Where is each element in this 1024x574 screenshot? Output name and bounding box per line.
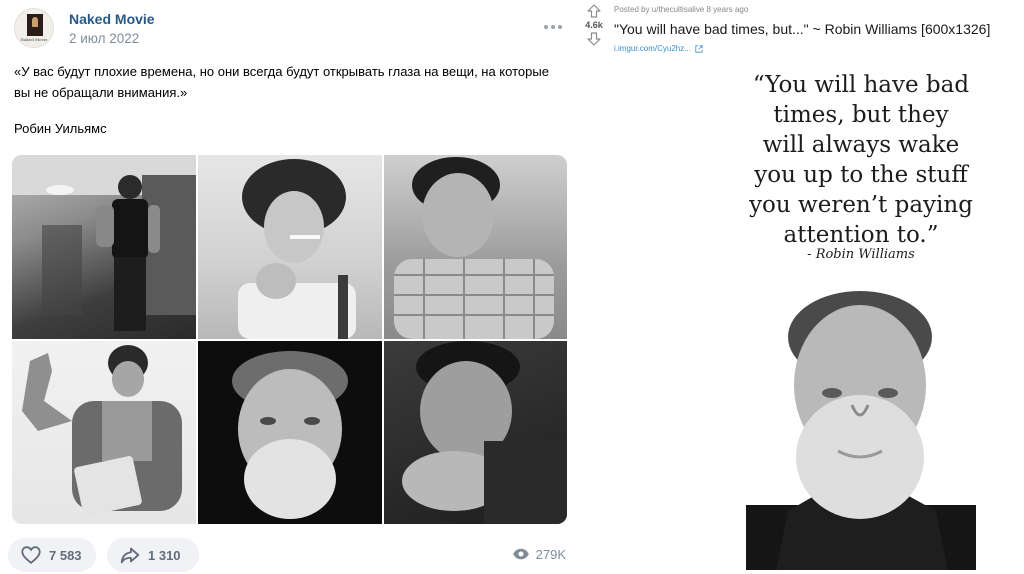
photo-1[interactable] xyxy=(12,155,196,339)
portrait-image xyxy=(746,275,976,570)
post-link[interactable]: i.imgur.com/Cyu2hz... xyxy=(614,44,703,53)
quote-line: “You will have bad xyxy=(752,72,970,98)
share-button[interactable]: 1 310 xyxy=(107,538,199,572)
downvote-arrow-icon[interactable] xyxy=(587,32,601,46)
author-name[interactable]: Naked Movie xyxy=(69,11,155,27)
views-counter: 279K xyxy=(512,545,566,563)
views-count: 279K xyxy=(535,546,566,562)
avatar-caption: Naked Movie xyxy=(20,37,48,42)
external-link-icon xyxy=(695,44,703,53)
share-count: 1 310 xyxy=(148,547,181,563)
avatar-poster-image xyxy=(27,14,43,36)
post-text: «У вас будут плохие времена, но они всег… xyxy=(14,64,549,100)
quote-line: times, but they xyxy=(773,102,949,128)
quote-text: “You will have bad times, but they will … xyxy=(746,70,976,250)
share-arrow-icon xyxy=(120,547,140,564)
post-link-text[interactable]: i.imgur.com/Cyu2hz... xyxy=(614,44,691,53)
avatar[interactable]: Naked Movie xyxy=(14,8,54,48)
post-score: 4.6k xyxy=(585,20,603,30)
photo-6[interactable] xyxy=(384,341,567,524)
post-signature: Робин Уильямс xyxy=(14,121,107,136)
photo-2[interactable] xyxy=(198,155,382,339)
photo-grid xyxy=(12,155,567,524)
vote-column: 4.6k xyxy=(584,4,604,46)
like-count: 7 583 xyxy=(49,547,82,563)
more-options-icon[interactable] xyxy=(544,20,566,34)
post-title[interactable]: "You will have bad times, but..." ~ Robi… xyxy=(614,21,990,37)
post-date[interactable]: 2 июл 2022 xyxy=(69,31,139,46)
photo-3[interactable] xyxy=(384,155,567,339)
like-button[interactable]: 7 583 xyxy=(8,538,96,572)
quote-image[interactable]: “You will have bad times, but they will … xyxy=(746,63,976,570)
quote-line: you weren’t paying xyxy=(749,192,973,218)
post-meta: Posted by u/thecultisalive 8 years ago xyxy=(614,5,749,14)
quote-line: you up to the stuff xyxy=(754,162,968,188)
quote-line: attention to.” xyxy=(783,222,939,248)
eye-icon xyxy=(512,548,529,560)
reddit-post: 4.6k Posted by u/thecultisalive 8 years … xyxy=(580,0,1024,574)
photo-4[interactable] xyxy=(12,341,196,524)
photo-5[interactable] xyxy=(198,341,382,524)
upvote-arrow-icon[interactable] xyxy=(587,4,601,18)
quote-line: will always wake xyxy=(762,132,960,158)
vk-post: Naked Movie Naked Movie 2 июл 2022 «У ва… xyxy=(0,0,580,574)
quote-signature: - Robin Williams xyxy=(807,247,915,262)
heart-icon xyxy=(21,546,41,564)
